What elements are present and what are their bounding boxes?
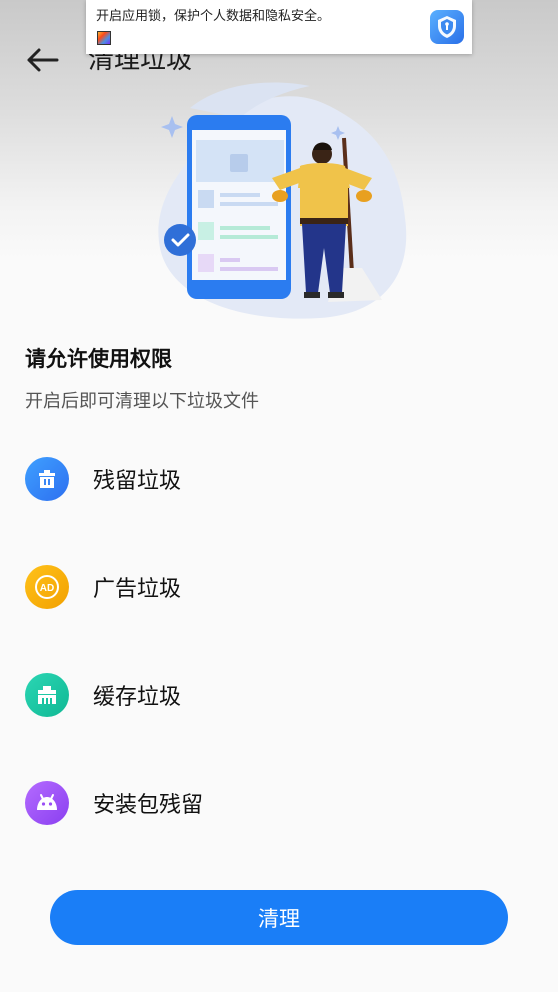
list-item-apk-residual: 安装包残留 — [25, 779, 525, 827]
cleaning-illustration — [158, 82, 407, 319]
cache-icon — [25, 673, 69, 717]
list-item-residual-junk: 残留垃圾 — [25, 455, 525, 503]
list-item-cache-junk: 缓存垃圾 — [25, 671, 525, 719]
trash-icon — [25, 457, 69, 501]
android-icon — [25, 781, 69, 825]
ad-badge-icon — [97, 31, 111, 45]
item-label: 残留垃圾 — [93, 469, 182, 494]
item-label: 安装包残留 — [93, 793, 204, 818]
arrow-left-icon — [27, 48, 59, 72]
clean-button[interactable]: 清理 — [50, 890, 508, 945]
ad-icon: AD — [25, 565, 69, 609]
back-button[interactable] — [22, 40, 62, 80]
item-label: 广告垃圾 — [93, 577, 182, 602]
svg-text:AD: AD — [40, 583, 54, 594]
shield-lock-icon[interactable] — [430, 10, 464, 44]
item-label: 缓存垃圾 — [93, 685, 182, 710]
permission-title: 请允许使用权限 — [25, 347, 172, 371]
permission-subtitle: 开启后即可清理以下垃圾文件 — [25, 391, 259, 412]
notification-text: 开启应用锁，保护个人数据和隐私安全。 — [96, 9, 331, 24]
list-item-ad-junk: AD 广告垃圾 — [25, 563, 525, 611]
app-lock-notification[interactable]: 开启应用锁，保护个人数据和隐私安全。 — [86, 0, 472, 54]
